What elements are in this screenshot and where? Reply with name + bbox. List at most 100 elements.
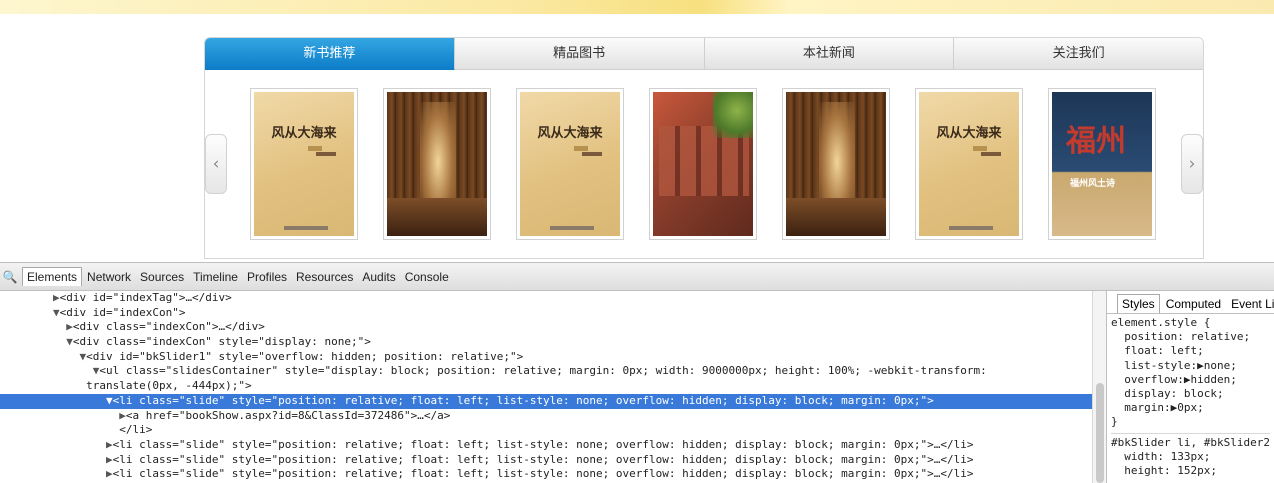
dom-node-line[interactable]: ▼<div id="bkSlider1" style="overflow: hi…: [0, 350, 1092, 365]
style-rule-line[interactable]: overflow:▶hidden;: [1111, 373, 1270, 387]
dom-node-line[interactable]: ▼<ul class="slidesContainer" style="disp…: [0, 364, 1092, 379]
dom-node-line[interactable]: ▶<li class="slide" style="position: rela…: [0, 438, 1092, 453]
book-cover-image: 福州 福州风土诗: [1052, 92, 1152, 236]
dom-node-text: <div id="indexCon">: [59, 305, 186, 319]
slide-book-cover[interactable]: 福州 福州风土诗: [1048, 88, 1156, 240]
expand-triangle-icon[interactable]: ▶: [106, 453, 113, 466]
style-rule-line[interactable]: height: 152px;: [1111, 464, 1270, 478]
slide-book-cover[interactable]: [649, 88, 757, 240]
devtools-tab-profiles[interactable]: Profiles: [243, 268, 291, 286]
scrollbar-thumb[interactable]: [1096, 383, 1104, 483]
top-banner: [0, 0, 1274, 14]
tab-event-listeners[interactable]: Event Lis: [1227, 295, 1274, 313]
cover-title: 风从大海来: [936, 126, 1002, 141]
library-photo: [786, 92, 886, 236]
tab-new-books[interactable]: 新书推荐: [205, 38, 455, 70]
slide-book-cover[interactable]: 风从大海来: [516, 88, 624, 240]
dom-node-line[interactable]: ▼<div id="indexCon">: [0, 306, 1092, 321]
chevron-right-icon: ›: [1188, 154, 1196, 174]
devtools-tab-network[interactable]: Network: [83, 268, 135, 286]
devtools-tab-audits[interactable]: Audits: [358, 268, 399, 286]
slide-book-cover[interactable]: [383, 88, 491, 240]
expand-triangle-icon[interactable]: ▶: [119, 409, 126, 422]
tab-press-news[interactable]: 本社新闻: [704, 38, 955, 70]
dom-indent: [0, 291, 53, 304]
dom-node-text: <div class="indexCon" style="display: no…: [72, 335, 371, 349]
style-rule-line[interactable]: margin:▶0px;: [1111, 401, 1270, 415]
sidebar-tabs: Styles Computed Event Lis: [1107, 291, 1274, 313]
dom-node-text: <li class="slide" style="position: relat…: [112, 393, 934, 407]
dom-scrollbar[interactable]: [1092, 291, 1106, 483]
expand-triangle-icon[interactable]: ▶: [66, 320, 73, 333]
style-rule-line[interactable]: display: block;: [1111, 387, 1270, 401]
devtools-tab-resources[interactable]: Resources: [292, 268, 357, 286]
slide-book-cover[interactable]: [782, 88, 890, 240]
dom-node-text: <li class="slide" style="position: relat…: [112, 467, 974, 481]
dom-node-text: <div id="bkSlider1" style="overflow: hid…: [86, 349, 524, 363]
expand-triangle-icon[interactable]: ▶: [106, 438, 113, 451]
styles-sidebar: Styles Computed Event Lis element.style …: [1106, 291, 1274, 483]
style-rule-line[interactable]: }: [1111, 415, 1270, 429]
expand-triangle-icon[interactable]: ▶: [53, 291, 60, 304]
dom-indent: [0, 423, 106, 436]
dom-indent: [0, 364, 93, 377]
library-photo: [387, 92, 487, 236]
dom-node-text: <li class="slide" style="position: relat…: [112, 452, 974, 466]
dom-node-line[interactable]: ▶<div id="indexTag">…</div>: [0, 291, 1092, 306]
slide-book-cover[interactable]: 风从大海来: [915, 88, 1023, 240]
slider-prev-button[interactable]: ‹: [205, 134, 227, 194]
dom-node-line[interactable]: ▼<li class="slide" style="position: rela…: [0, 393, 1092, 409]
cover-title: 风从大海来: [271, 126, 337, 141]
devtools-tab-elements[interactable]: Elements: [22, 267, 83, 286]
dom-node-text: </li>: [105, 423, 153, 437]
dom-indent: [0, 379, 86, 392]
search-icon[interactable]: 🔍: [0, 263, 20, 291]
expand-triangle-icon[interactable]: ▼: [66, 335, 73, 348]
dom-node-line[interactable]: ▶<a href="bookShow.aspx?id=8&ClassId=372…: [0, 409, 1092, 424]
devtools-toolbar: 🔍 Elements Network Sources Timeline Prof…: [0, 262, 1274, 291]
dom-indent: [0, 453, 106, 466]
style-rule-line[interactable]: list-style:▶none;: [1111, 359, 1270, 373]
dom-node-text: <li class="slide" style="position: relat…: [112, 437, 974, 451]
book-cover-image: 风从大海来: [919, 92, 1019, 236]
tab-styles[interactable]: Styles: [1117, 294, 1160, 313]
expand-triangle-icon[interactable]: ▼: [53, 306, 60, 319]
book-cover-image: 风从大海来: [520, 92, 620, 236]
style-rule-line[interactable]: position: relative;: [1111, 330, 1270, 344]
dom-node-text: <ul class="slidesContainer" style="displ…: [99, 364, 987, 378]
rule-separator: [1111, 432, 1270, 434]
devtools-panel: 🔍 Elements Network Sources Timeline Prof…: [0, 262, 1274, 483]
slider-next-button[interactable]: ›: [1181, 134, 1203, 194]
expand-triangle-icon[interactable]: ▶: [106, 467, 113, 480]
dom-indent: [0, 306, 53, 319]
tab-follow-us[interactable]: 关注我们: [954, 38, 1203, 70]
dom-node-line[interactable]: ▶<li class="slide" style="position: rela…: [0, 467, 1092, 482]
tab-featured-books[interactable]: 精品图书: [454, 38, 705, 70]
dom-node-line[interactable]: ▶<div class="indexCon">…</div>: [0, 320, 1092, 335]
dom-indent: [0, 409, 119, 422]
tab-computed[interactable]: Computed: [1162, 295, 1225, 313]
dom-indent: [0, 438, 106, 451]
style-rule-line[interactable]: element.style {: [1111, 316, 1270, 330]
style-rule-line[interactable]: width: 133px;: [1111, 450, 1270, 464]
expand-triangle-icon[interactable]: ▼: [106, 394, 113, 407]
dom-node-line[interactable]: ▼<div class="indexCon" style="display: n…: [0, 335, 1092, 350]
style-rule-line[interactable]: #bkSlider li, #bkSlider2: [1111, 436, 1270, 450]
cover-title: 风从大海来: [537, 126, 603, 141]
cover-subtitle: 福州风土诗: [1070, 179, 1116, 189]
style-rule-line[interactable]: float: left;: [1111, 344, 1270, 358]
styles-rules: element.style { position: relative; floa…: [1107, 313, 1274, 480]
dom-indent: [0, 320, 66, 333]
dom-node-line[interactable]: translate(0px, -444px);">: [0, 379, 1092, 394]
dom-node-line[interactable]: </li>: [0, 423, 1092, 438]
book-cover-image: 风从大海来: [254, 92, 354, 236]
devtools-tab-sources[interactable]: Sources: [136, 268, 188, 286]
calligraphy-photo: [653, 92, 753, 236]
devtools-tab-timeline[interactable]: Timeline: [189, 268, 242, 286]
dom-node-line[interactable]: ▶<li class="slide" style="position: rela…: [0, 453, 1092, 468]
slide-book-cover[interactable]: 风从大海来: [250, 88, 358, 240]
cover-title: 福州: [1066, 124, 1126, 159]
dom-node-text: translate(0px, -444px);">: [86, 379, 252, 393]
dom-node-text: <div class="indexCon">…</div>: [72, 320, 265, 334]
devtools-tab-console[interactable]: Console: [401, 268, 453, 286]
